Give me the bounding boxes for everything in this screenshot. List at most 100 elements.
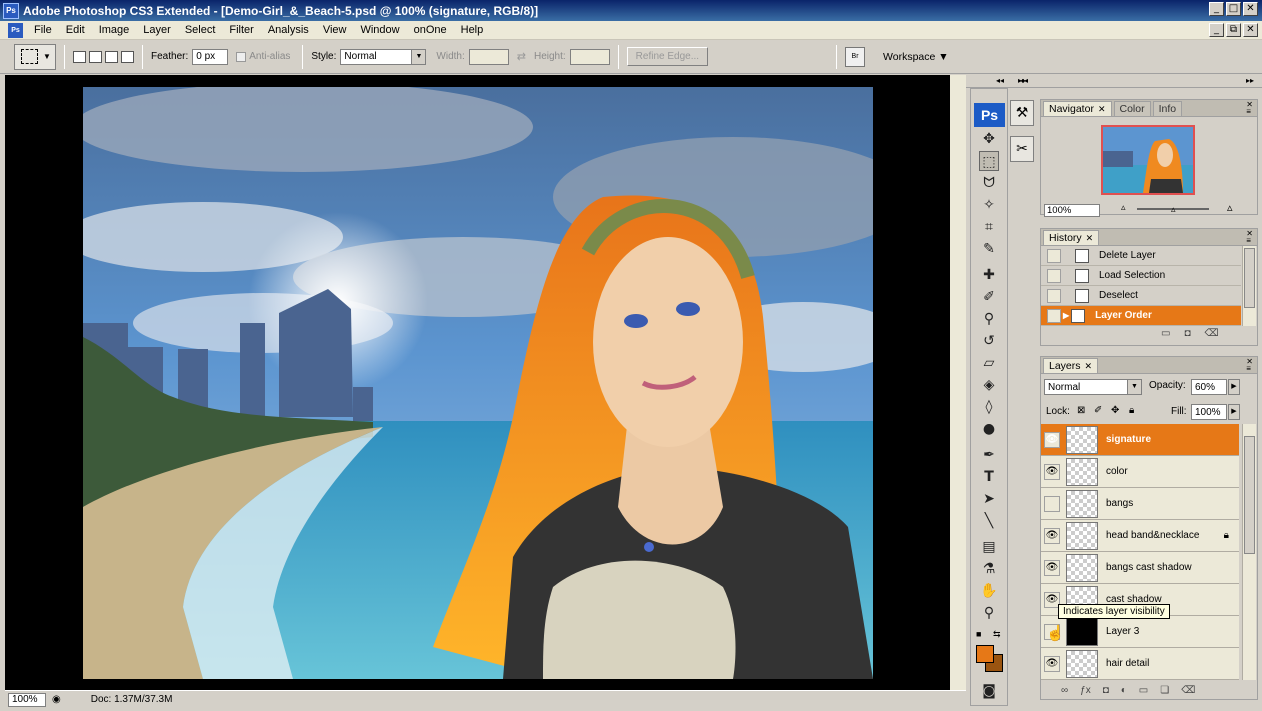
menu-window[interactable]: Window bbox=[353, 24, 406, 36]
marquee-tool-icon[interactable]: ⬚ bbox=[979, 151, 999, 171]
delete-state-icon[interactable]: ⌫ bbox=[1205, 328, 1233, 339]
minimize-button[interactable]: _ bbox=[1209, 2, 1224, 16]
panel-menu-icon[interactable]: ✕ ≡ bbox=[1246, 101, 1253, 116]
status-zoom-field[interactable]: 100% bbox=[8, 692, 46, 707]
panel-menu-icon[interactable]: ✕ ≡ bbox=[1246, 358, 1253, 373]
lock-transparent-icon[interactable]: ⊠ bbox=[1077, 405, 1085, 416]
history-brush-icon[interactable]: ↺ bbox=[979, 331, 999, 351]
expand-dock-icon[interactable]: ▸▸ bbox=[1246, 76, 1254, 85]
close-icon[interactable]: ✕ bbox=[1098, 104, 1106, 115]
slider-knob-icon[interactable]: ▵ bbox=[1171, 204, 1176, 215]
workspace-menu[interactable]: Workspace ▼ bbox=[883, 51, 949, 63]
blend-mode-select[interactable]: Normal ▼ bbox=[1044, 379, 1142, 395]
eyedropper-icon[interactable]: ⚗ bbox=[979, 559, 999, 579]
feather-input[interactable]: 0 px bbox=[192, 48, 229, 65]
photoshop-logo[interactable]: Ps bbox=[974, 103, 1005, 127]
zoom-in-icon[interactable]: ▵ bbox=[1227, 201, 1233, 214]
history-item[interactable]: Load Selection bbox=[1041, 266, 1241, 286]
history-scrollbar[interactable] bbox=[1242, 246, 1256, 326]
status-menu-icon[interactable]: ◉ bbox=[52, 694, 61, 705]
clone-stamp-icon[interactable]: ⚲ bbox=[979, 309, 999, 329]
eraser-tool-icon[interactable]: ▱ bbox=[979, 353, 999, 373]
lock-all-icon[interactable]: 🔒︎ bbox=[1129, 405, 1134, 416]
crop-tool-icon[interactable]: ⌗ bbox=[979, 217, 999, 237]
navigator-thumbnail[interactable] bbox=[1101, 125, 1195, 195]
history-snapshot-checkbox[interactable] bbox=[1047, 288, 1061, 303]
visibility-toggle[interactable] bbox=[1044, 495, 1060, 512]
close-icon[interactable]: ✕ bbox=[1086, 233, 1094, 244]
collapse-dock-icon[interactable]: ◂◂ bbox=[1020, 76, 1028, 85]
layer-row[interactable]: 👁︎ bangs cast shadow bbox=[1041, 552, 1239, 584]
eye-icon[interactable]: 👁︎ bbox=[1044, 431, 1060, 448]
link-layers-icon[interactable]: ∞ bbox=[1061, 685, 1068, 696]
close-button[interactable]: ✕ bbox=[1243, 2, 1258, 16]
menu-view[interactable]: View bbox=[316, 24, 354, 36]
doc-size-info[interactable]: Doc: 1.37M/37.3M bbox=[91, 694, 173, 705]
photoshop-app-icon[interactable]: Ps bbox=[3, 2, 19, 19]
menu-onone[interactable]: onOne bbox=[407, 24, 454, 36]
opacity-slider-arrow-icon[interactable]: ▶ bbox=[1228, 379, 1240, 395]
collapse-toolbox-icon[interactable]: ◂◂ bbox=[996, 76, 1004, 85]
history-brush-source-icon[interactable]: ▶ bbox=[1063, 311, 1069, 320]
layer-row[interactable]: 👁︎ hair detail bbox=[1041, 648, 1239, 680]
swap-colors-icon[interactable]: ⇆ bbox=[993, 629, 1001, 640]
brush-tool-icon[interactable]: ✐ bbox=[979, 287, 999, 307]
tab-color[interactable]: Color bbox=[1113, 101, 1151, 116]
type-tool-icon[interactable]: T bbox=[979, 467, 999, 487]
layer-row[interactable]: Layer 3 bbox=[1041, 616, 1239, 648]
adjustment-layer-icon[interactable]: ◐ bbox=[1121, 685, 1127, 696]
add-to-selection-icon[interactable] bbox=[89, 50, 102, 63]
refine-edge-button[interactable]: Refine Edge... bbox=[626, 47, 709, 66]
doc-close-button[interactable]: ✕ bbox=[1243, 23, 1258, 37]
eye-icon[interactable]: 👁︎ bbox=[1044, 527, 1060, 544]
eye-icon[interactable]: 👁︎ bbox=[1044, 559, 1060, 576]
style-select[interactable]: Normal ▼ bbox=[340, 48, 427, 65]
menu-analysis[interactable]: Analysis bbox=[261, 24, 316, 36]
intersect-selection-icon[interactable] bbox=[121, 50, 134, 63]
path-selection-icon[interactable]: ➤ bbox=[979, 489, 999, 509]
menu-layer[interactable]: Layer bbox=[136, 24, 178, 36]
notes-tool-icon[interactable]: ▤ bbox=[979, 537, 999, 557]
tab-history[interactable]: History ✕ bbox=[1043, 230, 1100, 245]
zoom-tool-icon[interactable]: ⚲ bbox=[979, 603, 999, 623]
magic-wand-icon[interactable]: ✧ bbox=[979, 195, 999, 215]
default-colors-icon[interactable]: ■ bbox=[976, 629, 981, 639]
new-document-from-state-icon[interactable]: ▭ bbox=[1161, 328, 1184, 339]
hand-tool-icon[interactable]: ✋ bbox=[979, 581, 999, 601]
bridge-icon[interactable]: Br bbox=[845, 46, 866, 67]
new-layer-icon[interactable]: ❏ bbox=[1160, 685, 1169, 696]
eye-icon[interactable]: 👁︎ bbox=[1044, 655, 1060, 672]
tab-info[interactable]: Info bbox=[1152, 101, 1183, 116]
history-snapshot-checkbox[interactable] bbox=[1047, 268, 1061, 283]
history-item[interactable]: Delete Layer bbox=[1041, 246, 1241, 266]
lock-position-icon[interactable]: ✥ bbox=[1111, 405, 1119, 416]
subtract-from-selection-icon[interactable] bbox=[105, 50, 118, 63]
menu-image[interactable]: Image bbox=[92, 24, 137, 36]
pen-tool-icon[interactable]: ✒ bbox=[979, 445, 999, 465]
close-icon[interactable]: ✕ bbox=[1085, 361, 1093, 372]
paint-bucket-icon[interactable]: ◈ bbox=[979, 375, 999, 395]
width-input[interactable] bbox=[468, 48, 509, 65]
menu-select[interactable]: Select bbox=[178, 24, 223, 36]
tool-preset-picker[interactable]: ▼ bbox=[14, 43, 56, 70]
slice-tool-icon[interactable]: ✎ bbox=[979, 239, 999, 259]
antialias-checkbox[interactable] bbox=[236, 51, 247, 62]
fill-input[interactable]: 100% bbox=[1191, 404, 1227, 420]
layer-row[interactable]: bangs bbox=[1041, 488, 1239, 520]
opacity-input[interactable]: 60% bbox=[1191, 379, 1227, 395]
new-snapshot-icon[interactable]: ◘ bbox=[1184, 328, 1204, 339]
lasso-tool-icon[interactable]: ᗢ bbox=[979, 173, 999, 193]
quick-mask-icon[interactable]: ◙ bbox=[979, 681, 999, 701]
blur-tool-icon[interactable]: ◊ bbox=[979, 397, 999, 417]
fill-slider-arrow-icon[interactable]: ▶ bbox=[1228, 404, 1240, 420]
eye-icon[interactable]: 👁︎ bbox=[1044, 463, 1060, 480]
tab-navigator[interactable]: Navigator ✕ bbox=[1043, 101, 1112, 116]
zoom-out-icon[interactable]: ▵ bbox=[1121, 202, 1126, 213]
dodge-tool-icon[interactable]: ● bbox=[979, 419, 999, 439]
line-tool-icon[interactable]: ╲ bbox=[979, 511, 999, 531]
image-canvas[interactable] bbox=[83, 87, 873, 679]
menu-help[interactable]: Help bbox=[454, 24, 491, 36]
brushes-icon[interactable]: ✂ bbox=[1010, 136, 1034, 162]
history-item[interactable]: Deselect bbox=[1041, 286, 1241, 306]
history-snapshot-checkbox[interactable] bbox=[1047, 308, 1061, 323]
